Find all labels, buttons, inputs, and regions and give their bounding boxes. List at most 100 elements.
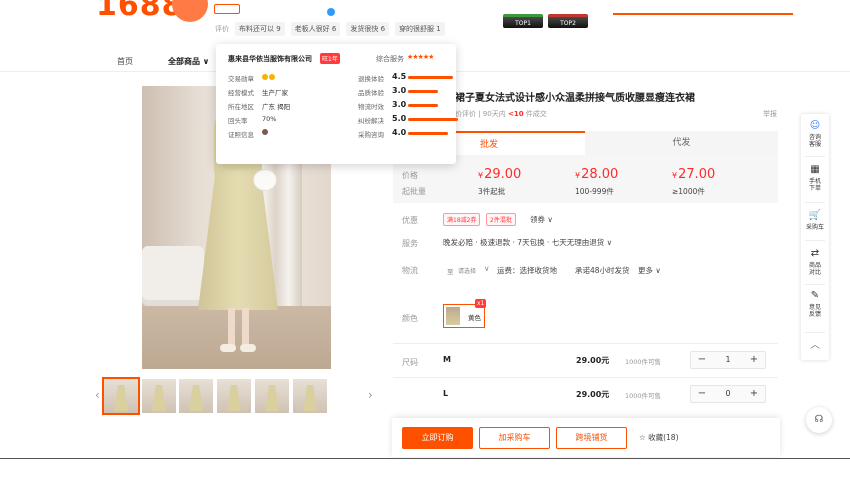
report-link[interactable]: 举报 bbox=[763, 109, 777, 119]
top-badge: TOP2 bbox=[548, 14, 588, 28]
popover-row-label: 经营模式 bbox=[228, 89, 254, 97]
company-tag: 旺1年 bbox=[320, 53, 340, 64]
divider bbox=[393, 377, 778, 378]
popover-row-label: 交易勋章 bbox=[228, 75, 254, 83]
sidebar-item-feedback[interactable]: ✎ 意见 反馈 bbox=[801, 290, 829, 318]
thumbnail[interactable] bbox=[142, 379, 176, 413]
score-bar bbox=[408, 118, 458, 121]
qrcode-icon: ▦ bbox=[810, 164, 820, 175]
score-bar bbox=[408, 76, 453, 79]
ship-promise: 承诺48小时发货 bbox=[575, 266, 630, 275]
sidebar-item-label: 反馈 bbox=[808, 311, 821, 318]
top-badge: TOP1 bbox=[503, 14, 543, 28]
increase-button[interactable]: + bbox=[745, 386, 763, 402]
score-label: 退换体验 bbox=[358, 75, 384, 83]
popover-row-value: 广东 揭阳 bbox=[262, 103, 291, 111]
shipping-fee: 运费：选择收货地 bbox=[497, 266, 557, 275]
increase-button[interactable]: + bbox=[745, 352, 763, 368]
model-leg bbox=[228, 308, 235, 346]
thumbnail[interactable] bbox=[102, 377, 140, 415]
sidebar-item-service[interactable]: ☺ 咨询 客服 bbox=[801, 120, 829, 148]
sidebar-item-label: 手机 bbox=[808, 178, 821, 185]
size-price: 29.00元 bbox=[576, 390, 610, 399]
divider bbox=[805, 332, 825, 333]
right-sidebar: ☺ 咨询 客服 ▦ 手机 下单 🛒 采购车 ⇄ 商品 对比 ✎ 意见 反馈 ︿ bbox=[801, 114, 829, 360]
pearl-bag bbox=[254, 170, 276, 190]
coupon-tag[interactable]: 2件混批 bbox=[486, 213, 516, 226]
thumbnail[interactable] bbox=[179, 379, 213, 413]
add-to-cart-button[interactable]: 加采购车 bbox=[479, 427, 550, 449]
more-logistics[interactable]: 更多 ∨ bbox=[638, 265, 661, 276]
chat-icon: ☺ bbox=[809, 120, 821, 131]
size-price: 29.00元 bbox=[576, 356, 610, 365]
qty-tier-1: 3件起批 bbox=[478, 187, 506, 196]
get-coupon-link[interactable]: 领券 ∨ bbox=[530, 214, 553, 225]
sidebar-item-label: 咨询 bbox=[808, 134, 821, 141]
thumb-prev-icon[interactable]: ‹ bbox=[95, 388, 100, 402]
nav-all-products[interactable]: 全部商品 ∨ bbox=[168, 56, 209, 67]
order-now-button[interactable]: 立即订购 bbox=[402, 427, 473, 449]
size-label: 尺码 bbox=[402, 358, 418, 367]
divider bbox=[805, 240, 825, 241]
favorite-button[interactable]: ☆ 收藏(18) bbox=[639, 432, 679, 443]
score-value: 3.0 bbox=[392, 100, 407, 109]
divider bbox=[393, 343, 778, 344]
sales-summary: 价评价 | 90天内 <10 件成交 bbox=[455, 109, 547, 119]
rating-chip[interactable]: 穿的很舒服 1 bbox=[395, 22, 445, 36]
address-select[interactable]: 请选择 bbox=[458, 266, 476, 275]
size-name: M bbox=[443, 355, 451, 364]
price-tier-3: ¥27.00 bbox=[672, 167, 716, 182]
quantity-stepper: − 1 + bbox=[690, 351, 766, 369]
score-label: 纠纷解决 bbox=[358, 117, 384, 125]
sidebar-item-label: 采购车 bbox=[805, 224, 824, 231]
eval-suffix: 件成交 bbox=[525, 110, 547, 118]
rating-chip[interactable]: 老板人很好 6 bbox=[290, 22, 341, 36]
size-name: L bbox=[443, 389, 449, 398]
sidebar-item-mobile[interactable]: ▦ 手机 下单 bbox=[801, 164, 829, 192]
headset-icon[interactable]: ☊ bbox=[806, 407, 832, 433]
sidebar-item-label: 商品 bbox=[808, 262, 821, 269]
coupon-tag[interactable]: 满18减2券 bbox=[443, 213, 481, 226]
medal-icon bbox=[262, 73, 276, 81]
quantity-value[interactable]: 1 bbox=[709, 352, 747, 368]
service-label: 服务 bbox=[402, 239, 418, 248]
service-guarantees[interactable]: 晚发必赔 · 极速退款 · 7天包换 · 七天无理由退货 ∨ bbox=[443, 237, 612, 248]
model-shoe bbox=[240, 344, 256, 352]
score-bar bbox=[408, 90, 438, 93]
quantity-stepper: − 0 + bbox=[690, 385, 766, 403]
sidebar-item-compare[interactable]: ⇄ 商品 对比 bbox=[801, 248, 829, 276]
ship-to-label: 至 bbox=[447, 268, 454, 276]
moq-label: 起批量 bbox=[402, 187, 426, 196]
company-name[interactable]: 惠来县华依当服饰有限公司 bbox=[228, 54, 312, 64]
back-to-top-button[interactable]: ︿ bbox=[801, 340, 829, 354]
site-logo[interactable]: 1688 bbox=[96, 0, 184, 23]
cross-border-button[interactable]: 跨境铺货 bbox=[556, 427, 627, 449]
thumbnail[interactable] bbox=[293, 379, 327, 413]
nav-home[interactable]: 首页 bbox=[117, 56, 133, 67]
license-icon[interactable] bbox=[262, 128, 268, 136]
sidebar-item-cart[interactable]: 🛒 采购车 bbox=[801, 210, 829, 231]
rating-chip[interactable]: 布料还可以 9 bbox=[235, 22, 285, 36]
floor-shape bbox=[142, 306, 331, 369]
sidebar-item-label: 对比 bbox=[808, 269, 821, 276]
chevron-down-icon[interactable]: ∨ bbox=[484, 264, 490, 273]
thumbnail[interactable] bbox=[217, 379, 251, 413]
search-box-underline bbox=[613, 13, 793, 15]
model-leg bbox=[242, 308, 249, 346]
overall-service-label: 综合服务 bbox=[376, 55, 404, 63]
shop-tag bbox=[214, 4, 240, 14]
tab-dropship[interactable]: 代发 bbox=[585, 131, 778, 155]
thumbnail[interactable] bbox=[255, 379, 289, 413]
quantity-value[interactable]: 0 bbox=[709, 386, 747, 402]
qty-tier-2: 100-999件 bbox=[575, 187, 614, 196]
score-value: 3.0 bbox=[392, 86, 407, 95]
score-value: 4.5 bbox=[392, 72, 407, 81]
popover-row-value: 生产厂家 bbox=[262, 89, 288, 97]
rating-chip[interactable]: 发货很快 6 bbox=[346, 22, 390, 36]
sofa-shape bbox=[142, 246, 204, 306]
sidebar-item-label: 意见 bbox=[808, 304, 821, 311]
size-stock: 1000件可售 bbox=[625, 358, 662, 366]
thumb-next-icon[interactable]: › bbox=[368, 388, 373, 402]
divider bbox=[805, 202, 825, 203]
popover-row-value: 70% bbox=[262, 115, 277, 123]
